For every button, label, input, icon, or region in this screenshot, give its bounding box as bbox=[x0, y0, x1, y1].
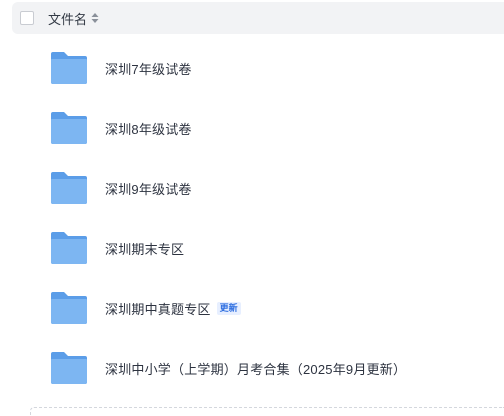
file-row[interactable]: 深圳8年级试卷 bbox=[0, 98, 504, 158]
file-row[interactable]: 深圳期末专区 bbox=[0, 218, 504, 278]
file-name[interactable]: 深圳期末专区 bbox=[105, 239, 184, 258]
file-name-wrap: 深圳8年级试卷 bbox=[105, 118, 192, 138]
file-name-wrap: 深圳9年级试卷 bbox=[105, 178, 192, 198]
column-header-label: 文件名 bbox=[48, 11, 88, 27]
update-badge: 更新 bbox=[216, 301, 241, 315]
folder-icon bbox=[51, 352, 87, 384]
folder-icon bbox=[51, 292, 87, 324]
file-name[interactable]: 深圳9年级试卷 bbox=[105, 179, 192, 198]
folder-icon bbox=[51, 172, 87, 204]
file-row[interactable]: 深圳中小学（上学期）月考合集（2025年9月更新） bbox=[0, 338, 504, 398]
folder-icon bbox=[51, 112, 87, 144]
file-name-wrap: 深圳7年级试卷 bbox=[105, 58, 192, 78]
file-name[interactable]: 深圳中小学（上学期）月考合集（2025年9月更新） bbox=[105, 359, 406, 378]
column-header-filename[interactable]: 文件名 bbox=[48, 2, 99, 34]
sort-icon[interactable] bbox=[91, 13, 99, 23]
select-all-checkbox[interactable] bbox=[20, 11, 34, 25]
file-name-wrap: 深圳期末专区 bbox=[105, 238, 184, 258]
drop-zone-border bbox=[30, 407, 504, 416]
file-name[interactable]: 深圳8年级试卷 bbox=[105, 119, 192, 138]
file-row[interactable]: 深圳7年级试卷 bbox=[0, 38, 504, 98]
file-list-header: 文件名 bbox=[12, 2, 504, 34]
folder-icon bbox=[51, 232, 87, 264]
folder-icon bbox=[51, 52, 87, 84]
file-row[interactable]: 深圳9年级试卷 bbox=[0, 158, 504, 218]
file-name[interactable]: 深圳7年级试卷 bbox=[105, 59, 192, 78]
file-name-wrap: 深圳中小学（上学期）月考合集（2025年9月更新） bbox=[105, 358, 406, 378]
file-list: 文件名 深圳7年级试卷 深圳8年级试卷 深圳9年级试卷 深圳期末专区 深圳期中真… bbox=[0, 0, 504, 416]
file-name[interactable]: 深圳期中真题专区 bbox=[105, 299, 211, 318]
file-name-wrap: 深圳期中真题专区 更新 bbox=[105, 298, 241, 318]
file-row[interactable]: 深圳期中真题专区 更新 bbox=[0, 278, 504, 338]
